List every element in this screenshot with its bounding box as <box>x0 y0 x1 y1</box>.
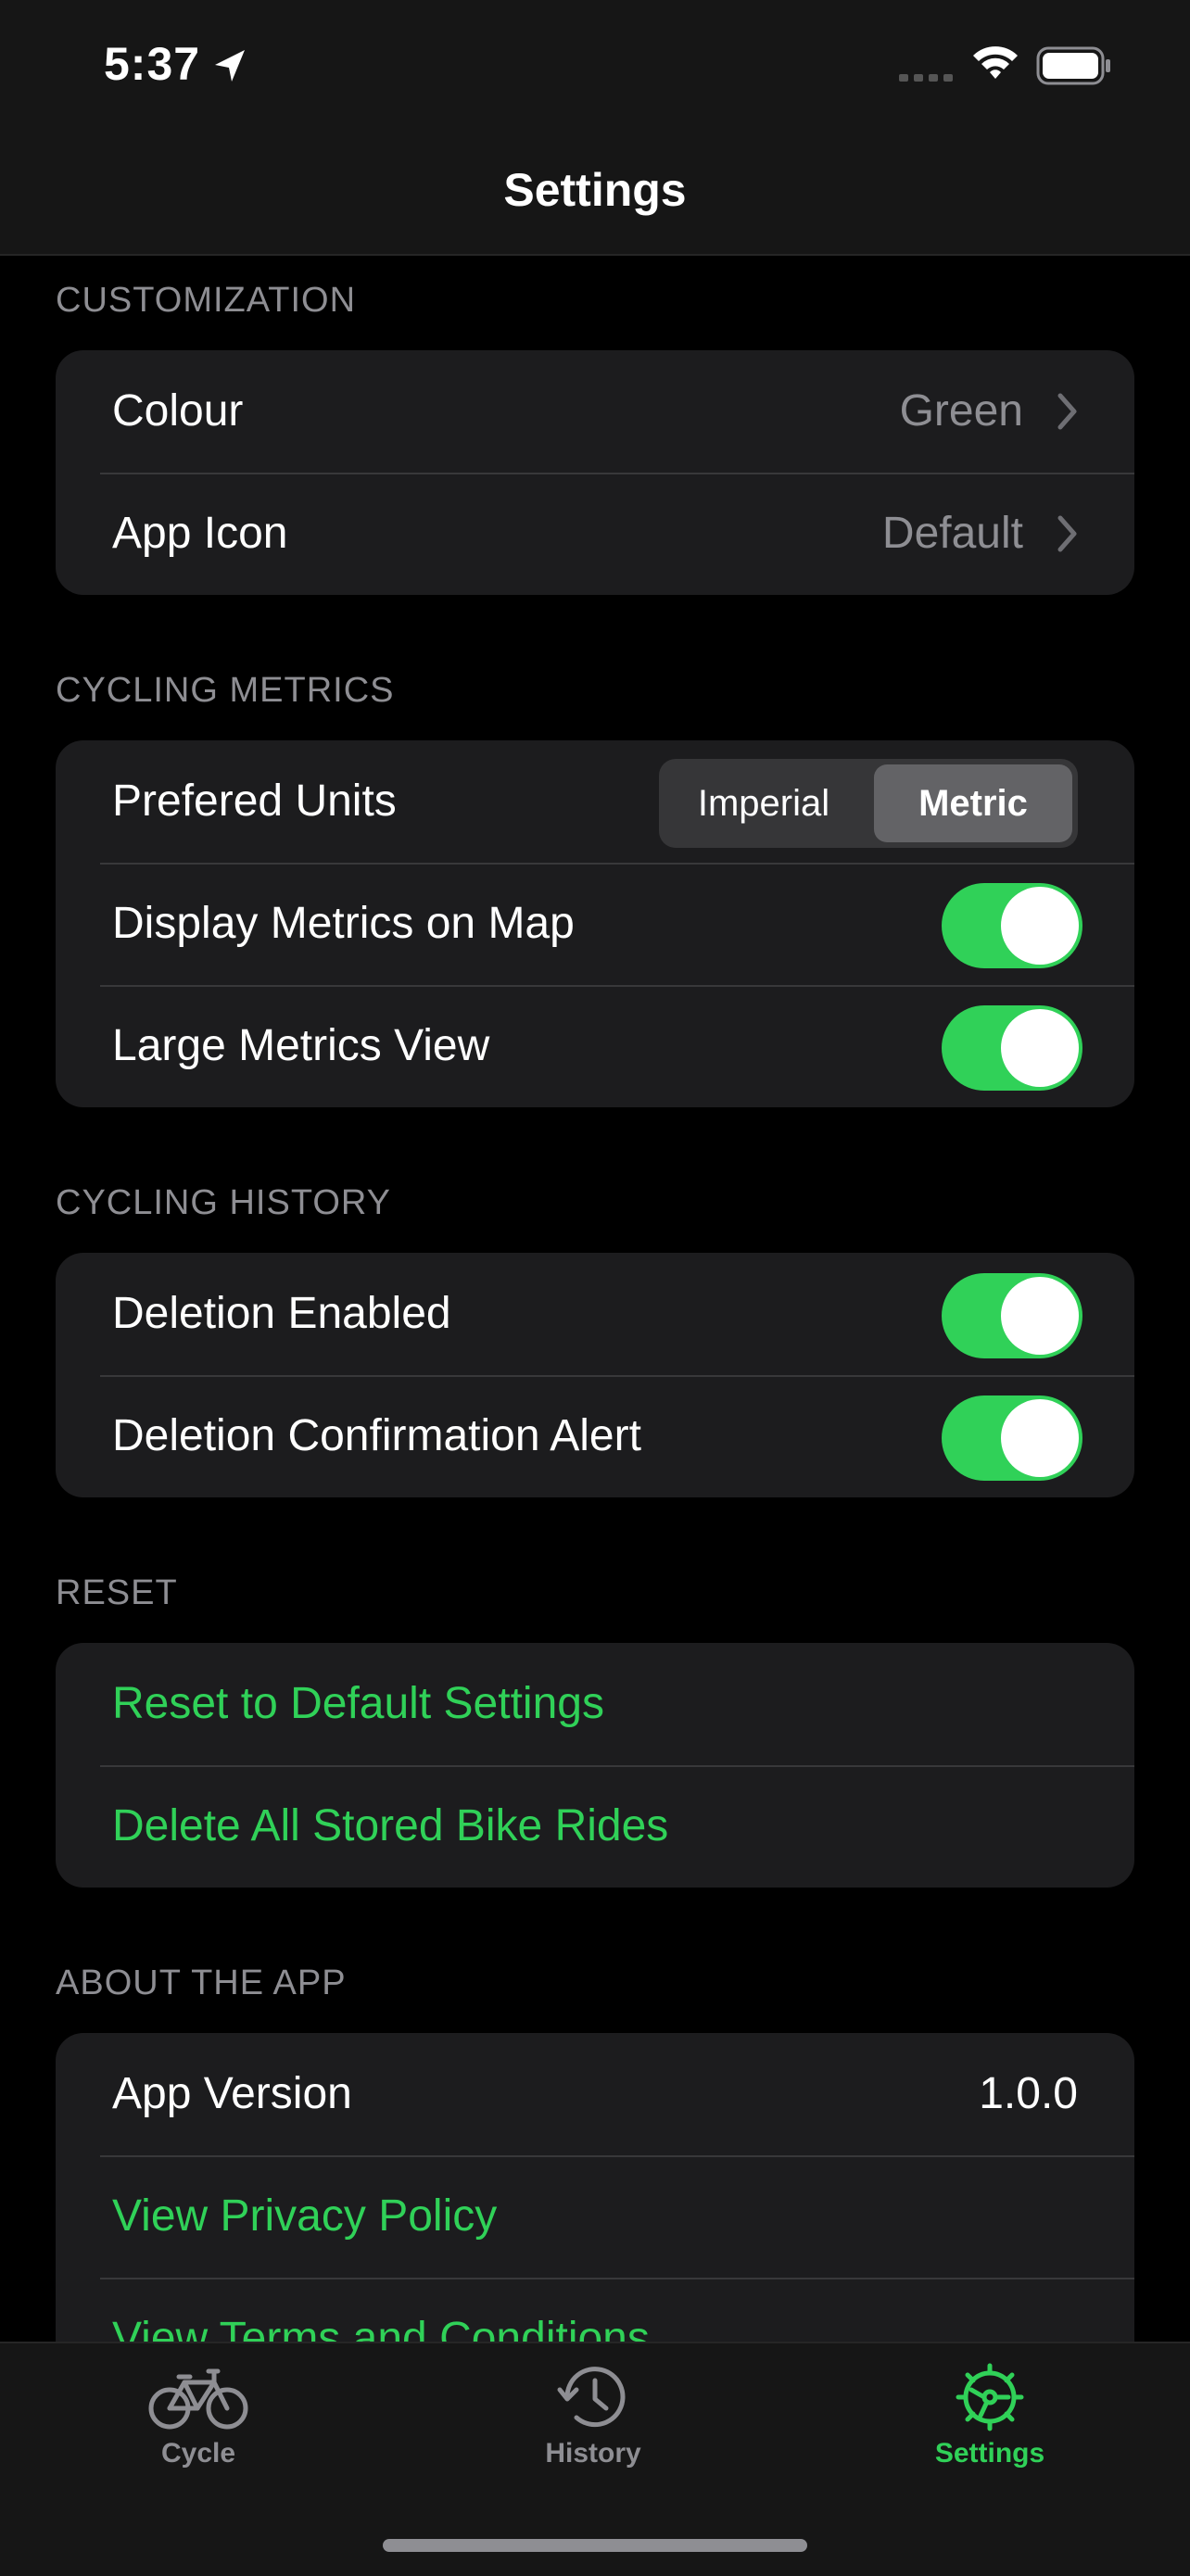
toggle-knob <box>1001 1277 1079 1355</box>
deletion-confirmation-alert-label: Deletion Confirmation Alert <box>112 1411 641 1460</box>
deletion-enabled-label: Deletion Enabled <box>112 1289 451 1338</box>
chevron-right-icon <box>1057 393 1077 430</box>
battery-icon <box>1036 46 1110 85</box>
app-version-value: 1.0.0 <box>979 2069 1078 2118</box>
large-metrics-view-toggle[interactable] <box>942 1005 1082 1091</box>
display-metrics-on-map-row: Display Metrics on Map <box>56 863 1134 985</box>
bicycle-icon <box>148 2368 248 2430</box>
section-header-cycling-metrics: CYCLING METRICS <box>56 671 395 710</box>
chevron-right-icon <box>1057 515 1077 552</box>
deletion-enabled-toggle[interactable] <box>942 1273 1082 1358</box>
colour-label: Colour <box>112 386 244 436</box>
deletion-confirmation-alert-row: Deletion Confirmation Alert <box>56 1375 1134 1497</box>
gear-icon <box>956 2363 1024 2431</box>
units-option-imperial[interactable]: Imperial <box>665 764 863 842</box>
view-privacy-policy-link[interactable]: View Privacy Policy <box>112 2155 497 2278</box>
reset-to-default-settings-row[interactable]: Reset to Default Settings <box>56 1643 1134 1765</box>
section-header-customization: CUSTOMIZATION <box>56 281 357 320</box>
tab-cycle-label: Cycle <box>160 2438 236 2469</box>
colour-value: Green <box>899 386 1023 436</box>
colour-row[interactable]: Colour Green <box>56 350 1134 473</box>
section-header-reset: RESET <box>56 1573 178 1612</box>
reset-to-default-settings-button[interactable]: Reset to Default Settings <box>112 1643 604 1765</box>
app-icon-label: App Icon <box>112 509 288 558</box>
toggle-knob <box>1001 1399 1079 1477</box>
app-icon-row[interactable]: App Icon Default <box>56 473 1134 595</box>
large-metrics-view-label: Large Metrics View <box>112 1021 490 1070</box>
status-time: 5:37 <box>104 38 201 90</box>
page-title: Settings <box>503 164 687 216</box>
units-option-metric[interactable]: Metric <box>874 764 1072 842</box>
app-version-row: App Version 1.0.0 <box>56 2033 1134 2155</box>
cycling-history-group: Deletion Enabled Deletion Confirmation A… <box>56 1253 1134 1497</box>
history-clock-icon <box>557 2367 626 2428</box>
tab-history[interactable]: History <box>454 2362 732 2469</box>
cellular-signal-icon <box>899 74 953 82</box>
app-version-label: App Version <box>112 2069 352 2118</box>
tab-settings-label: Settings <box>934 2438 1045 2469</box>
wifi-icon <box>973 46 1018 79</box>
preferred-units-label: Prefered Units <box>112 777 397 826</box>
display-metrics-on-map-label: Display Metrics on Map <box>112 899 575 948</box>
tab-settings[interactable]: Settings <box>851 2362 1129 2469</box>
tab-cycle[interactable]: Cycle <box>59 2362 337 2469</box>
toggle-knob <box>1001 887 1079 965</box>
location-arrow-icon <box>215 50 245 82</box>
status-bar: 5:37 <box>0 0 1190 139</box>
tab-history-label: History <box>545 2438 641 2469</box>
section-header-about-the-app: ABOUT THE APP <box>56 1964 347 2002</box>
preferred-units-row: Prefered Units Imperial Metric <box>56 740 1134 863</box>
cycling-metrics-group: Prefered Units Imperial Metric Display M… <box>56 740 1134 1107</box>
view-privacy-policy-row[interactable]: View Privacy Policy <box>56 2155 1134 2278</box>
delete-all-stored-bike-rides-row[interactable]: Delete All Stored Bike Rides <box>56 1765 1134 1888</box>
units-segmented-control: Imperial Metric <box>659 759 1078 848</box>
tab-bar: Cycle History Settings <box>0 2342 1190 2576</box>
customization-group: Colour Green App Icon Default <box>56 350 1134 595</box>
reset-group: Reset to Default Settings Delete All Sto… <box>56 1643 1134 1888</box>
section-header-cycling-history: CYCLING HISTORY <box>56 1183 392 1222</box>
toggle-knob <box>1001 1009 1079 1087</box>
home-indicator[interactable] <box>383 2539 807 2552</box>
deletion-confirmation-alert-toggle[interactable] <box>942 1395 1082 1481</box>
large-metrics-view-row: Large Metrics View <box>56 985 1134 1107</box>
delete-all-stored-bike-rides-button[interactable]: Delete All Stored Bike Rides <box>112 1765 668 1888</box>
deletion-enabled-row: Deletion Enabled <box>56 1253 1134 1375</box>
app-icon-value: Default <box>881 509 1023 558</box>
display-metrics-on-map-toggle[interactable] <box>942 883 1082 968</box>
